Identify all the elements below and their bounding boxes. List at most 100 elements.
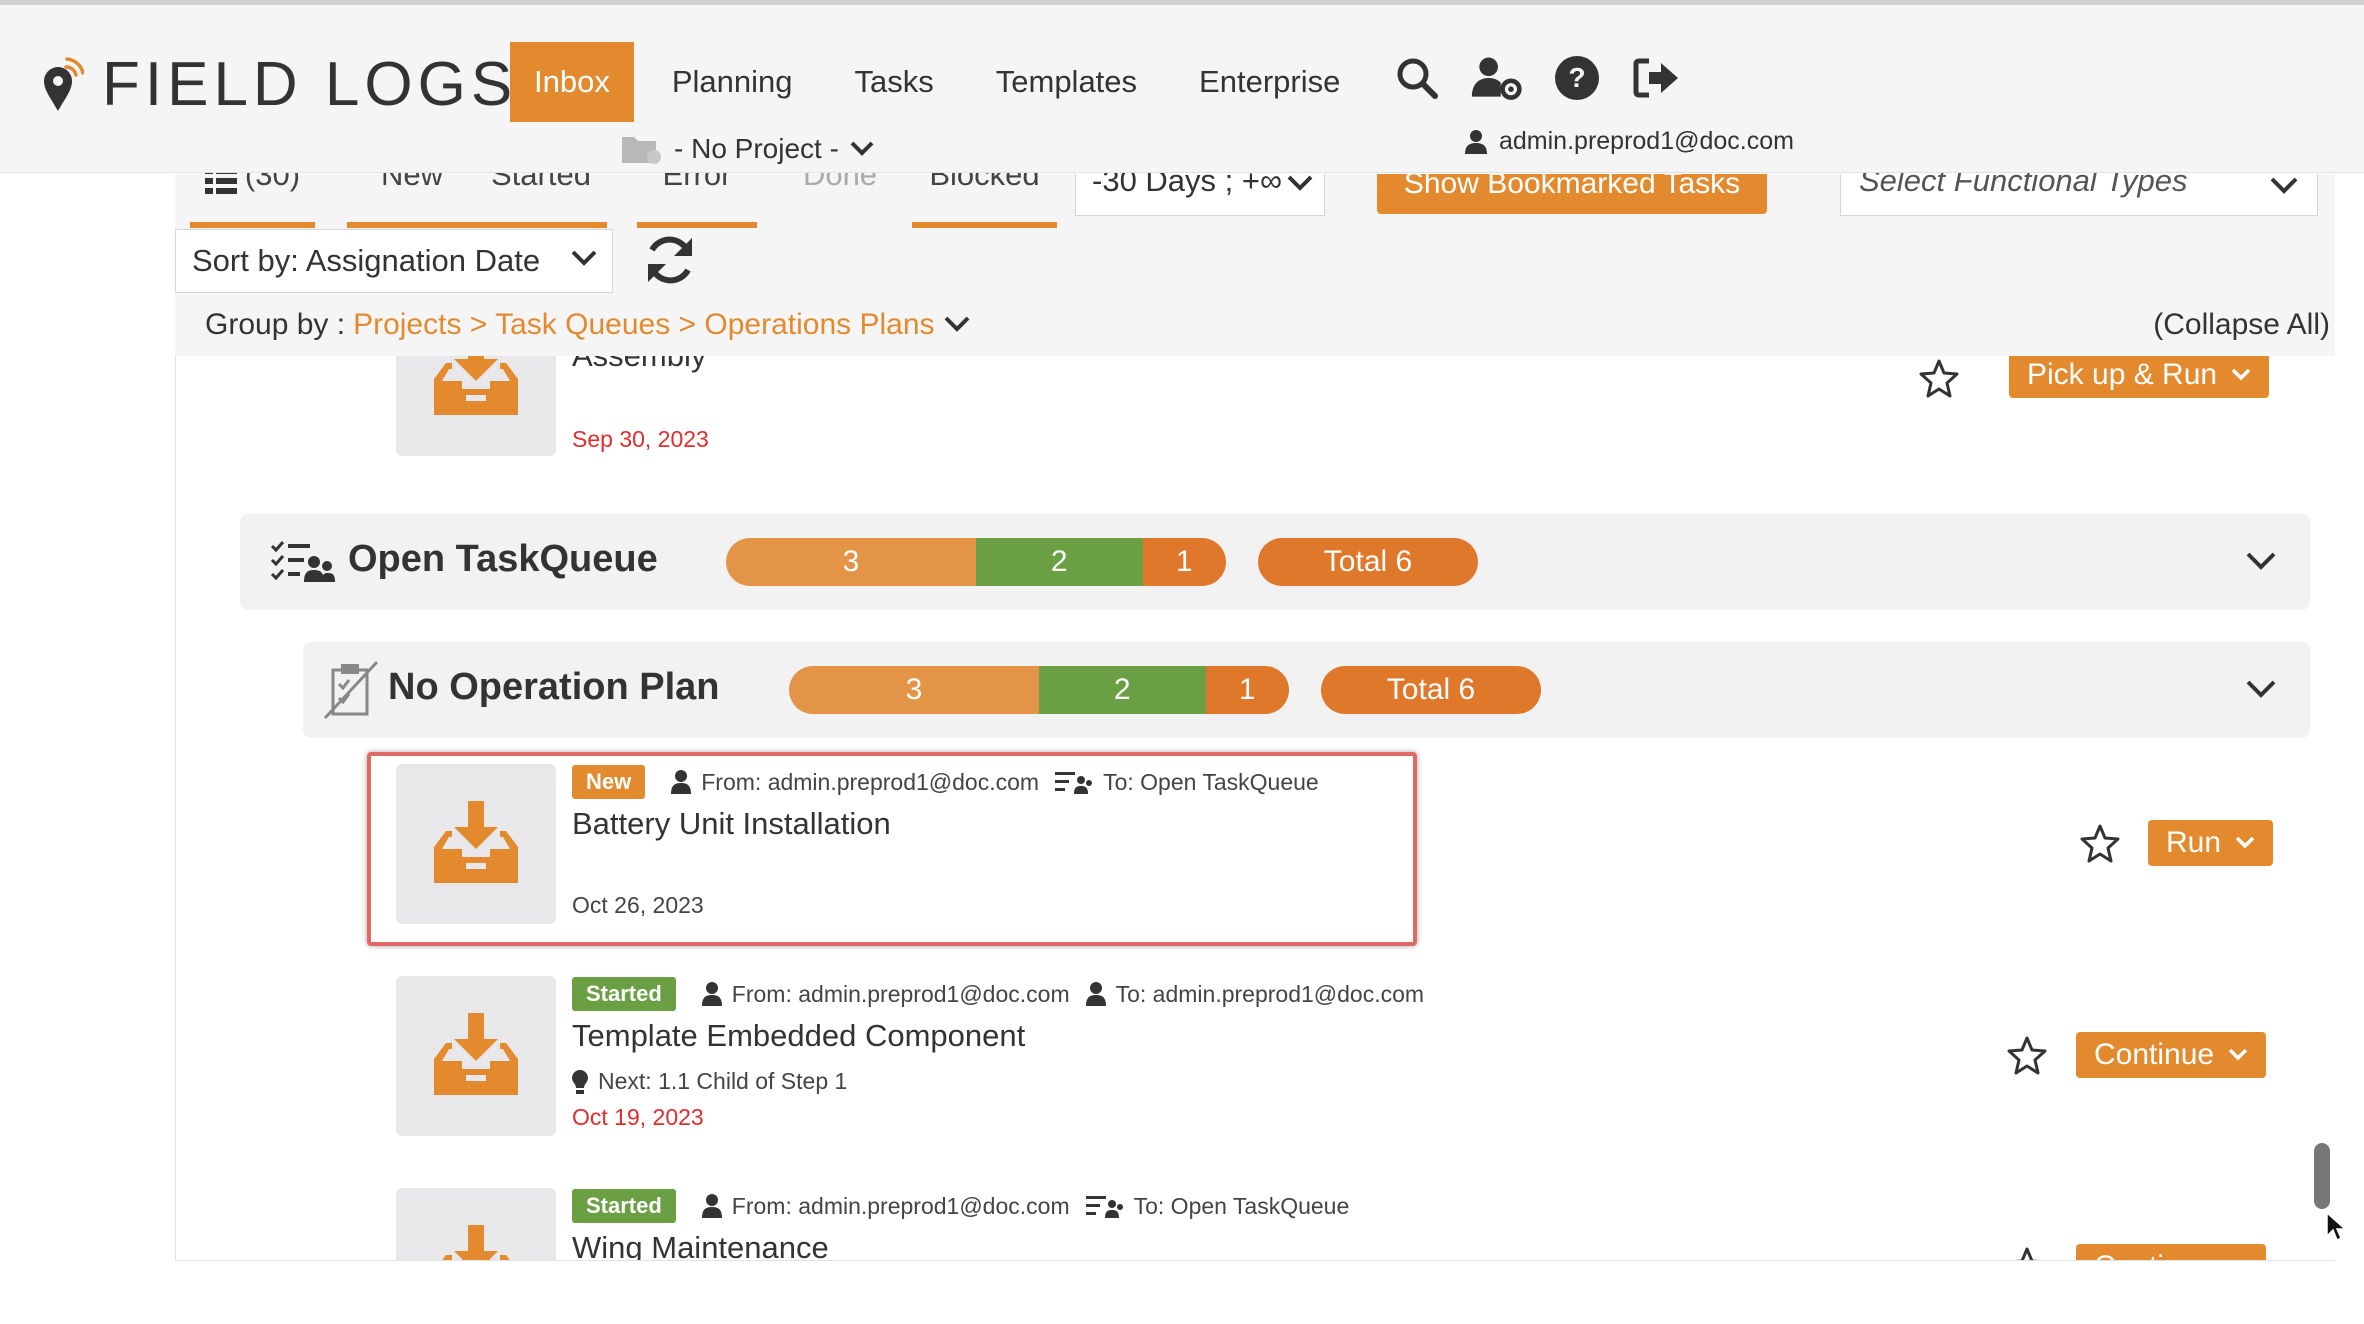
tab-underline bbox=[912, 222, 1057, 228]
inbox-icon bbox=[434, 801, 518, 883]
filter-tab-all[interactable]: (30) bbox=[190, 159, 315, 228]
task-date: Oct 26, 2023 bbox=[572, 892, 704, 918]
task-meta: New From: admin.preprod1@doc.com To: Ope… bbox=[572, 765, 1319, 799]
task-title[interactable]: Battery Unit Installation bbox=[572, 806, 891, 842]
app-root: FIELD LOGS Inbox Planning Tasks Template… bbox=[0, 0, 2364, 1324]
group-by-row: Group by : Projects > Task Queues > Oper… bbox=[175, 294, 2335, 356]
group-by-path[interactable]: Projects > Task Queues > Operations Plan… bbox=[353, 308, 934, 342]
filter-tab-error[interactable]: Error bbox=[637, 159, 757, 228]
task-date: Sep 30, 2023 bbox=[572, 426, 709, 452]
search-icon[interactable] bbox=[1390, 51, 1444, 105]
tab-underline bbox=[475, 222, 607, 228]
bookmark-star-icon[interactable] bbox=[1919, 358, 1959, 398]
sort-by-label: Sort by: Assignation Date bbox=[192, 243, 541, 278]
progress-new-count: 3 bbox=[726, 538, 976, 586]
task-to: To: Open TaskQueue bbox=[1133, 1192, 1350, 1219]
continue-button[interactable]: Continue bbox=[2076, 1032, 2267, 1078]
progress-started-count: 2 bbox=[976, 538, 1143, 586]
status-badge: New bbox=[572, 765, 646, 799]
user-icon bbox=[1085, 982, 1106, 1006]
inbox-icon bbox=[442, 1225, 510, 1260]
task-queue-icon bbox=[270, 541, 335, 582]
date-range-select[interactable]: -30 Days ; +∞ bbox=[1075, 165, 1325, 216]
nav-inbox[interactable]: Inbox bbox=[510, 42, 634, 122]
chevron-down-icon bbox=[1287, 175, 1313, 191]
task-date: Oct 19, 2023 bbox=[572, 1104, 704, 1130]
brand-name: FIELD LOGS bbox=[102, 50, 518, 119]
chevron-down-icon bbox=[850, 141, 874, 156]
chevron-down-icon[interactable] bbox=[2244, 544, 2278, 578]
task-thumbnail[interactable] bbox=[396, 356, 556, 456]
bookmark-star-icon[interactable] bbox=[2007, 1035, 2047, 1075]
group-total: Total 6 bbox=[1321, 666, 1541, 714]
filter-tab-blocked[interactable]: Blocked bbox=[912, 159, 1057, 228]
chevron-down-icon[interactable] bbox=[2244, 672, 2278, 706]
top-header: FIELD LOGS Inbox Planning Tasks Template… bbox=[0, 0, 2364, 173]
header-icons: ? bbox=[1390, 51, 1684, 105]
no-operation-plan-icon bbox=[323, 660, 379, 720]
user-icon bbox=[701, 982, 722, 1006]
nav-planning[interactable]: Planning bbox=[648, 42, 817, 122]
task-meta: Started From: admin.preprod1@doc.com To:… bbox=[572, 977, 1424, 1011]
show-bookmarked-tasks-button[interactable]: Show Bookmarked Tasks bbox=[1377, 169, 1767, 214]
group-title: No Operation Plan bbox=[388, 666, 720, 708]
tab-underline bbox=[190, 222, 315, 228]
continue-button[interactable]: Continue bbox=[2076, 1244, 2267, 1260]
nav-templates[interactable]: Templates bbox=[972, 42, 1161, 122]
filter-tab-started[interactable]: Started bbox=[475, 159, 607, 228]
lightbulb-icon bbox=[572, 1069, 588, 1094]
task-list: Assembly Sep 30, 2023 Pick up & Run Open… bbox=[175, 356, 2335, 1261]
user-icon bbox=[671, 770, 692, 794]
task-from: From: admin.preprod1@doc.com bbox=[701, 768, 1040, 795]
app-logo[interactable]: FIELD LOGS bbox=[40, 50, 518, 119]
scrollbar-thumb[interactable] bbox=[2314, 1143, 2330, 1209]
chevron-down-icon[interactable] bbox=[943, 315, 971, 335]
filter-tab-new[interactable]: New bbox=[347, 159, 477, 228]
project-selector-label: - No Project - bbox=[674, 133, 839, 164]
task-thumbnail[interactable] bbox=[396, 1188, 556, 1260]
project-selector[interactable]: - No Project - bbox=[620, 133, 875, 165]
task-from: From: admin.preprod1@doc.com bbox=[731, 1192, 1070, 1219]
bookmark-star-icon[interactable] bbox=[2007, 1246, 2047, 1261]
progress-started-count: 2 bbox=[1039, 666, 1206, 714]
filter-tab-done[interactable]: Done bbox=[775, 159, 905, 228]
collapse-all-link[interactable]: (Collapse All) bbox=[2153, 308, 2330, 342]
progress-blocked-count: 1 bbox=[1142, 538, 1226, 586]
help-icon[interactable]: ? bbox=[1550, 51, 1604, 105]
sort-by-select[interactable]: Sort by: Assignation Date bbox=[175, 229, 613, 293]
action-label: Pick up & Run bbox=[2027, 358, 2218, 391]
user-icon bbox=[1465, 129, 1487, 154]
location-pin-icon bbox=[40, 57, 85, 113]
task-thumbnail[interactable] bbox=[396, 764, 556, 924]
tab-underline bbox=[637, 222, 757, 228]
task-title[interactable]: Assembly bbox=[572, 356, 706, 374]
user-email: admin.preprod1@doc.com bbox=[1499, 127, 1794, 155]
action-label: Continue bbox=[2094, 1038, 2215, 1071]
action-label: Run bbox=[2166, 826, 2222, 859]
chevron-down-icon bbox=[571, 250, 597, 266]
user-settings-icon[interactable] bbox=[1470, 51, 1524, 105]
refresh-icon[interactable] bbox=[640, 230, 700, 290]
nav-enterprise[interactable]: Enterprise bbox=[1175, 42, 1364, 122]
chevron-down-icon bbox=[2228, 1048, 2248, 1061]
logout-icon[interactable] bbox=[1630, 51, 1684, 105]
operation-plan-group-header[interactable]: No Operation Plan 3 2 1 Total 6 bbox=[303, 642, 2310, 738]
task-title[interactable]: Template Embedded Component bbox=[572, 1018, 1025, 1054]
action-label: Continue bbox=[2094, 1250, 2214, 1260]
taskqueue-group-header[interactable]: Open TaskQueue 3 2 1 Total 6 bbox=[240, 514, 2310, 610]
bookmark-star-icon[interactable] bbox=[2080, 823, 2120, 863]
inbox-icon bbox=[434, 1013, 518, 1095]
nav-tasks[interactable]: Tasks bbox=[831, 42, 958, 122]
tab-underline bbox=[347, 222, 477, 228]
status-badge: Started bbox=[572, 1189, 676, 1223]
task-title[interactable]: Wing Maintenance bbox=[572, 1230, 829, 1260]
progress-blocked-count: 1 bbox=[1205, 666, 1289, 714]
task-to: To: Open TaskQueue bbox=[1103, 768, 1319, 795]
run-button[interactable]: Run bbox=[2148, 820, 2274, 866]
task-thumbnail[interactable] bbox=[396, 976, 556, 1136]
next-step-label: Next: 1.1 Child of Step 1 bbox=[598, 1068, 848, 1094]
chevron-down-icon bbox=[2270, 177, 2298, 194]
group-total: Total 6 bbox=[1258, 538, 1478, 586]
pick-up-and-run-button[interactable]: Pick up & Run bbox=[2009, 356, 2270, 398]
functional-types-select[interactable]: Select Functional Types bbox=[1840, 165, 2318, 216]
